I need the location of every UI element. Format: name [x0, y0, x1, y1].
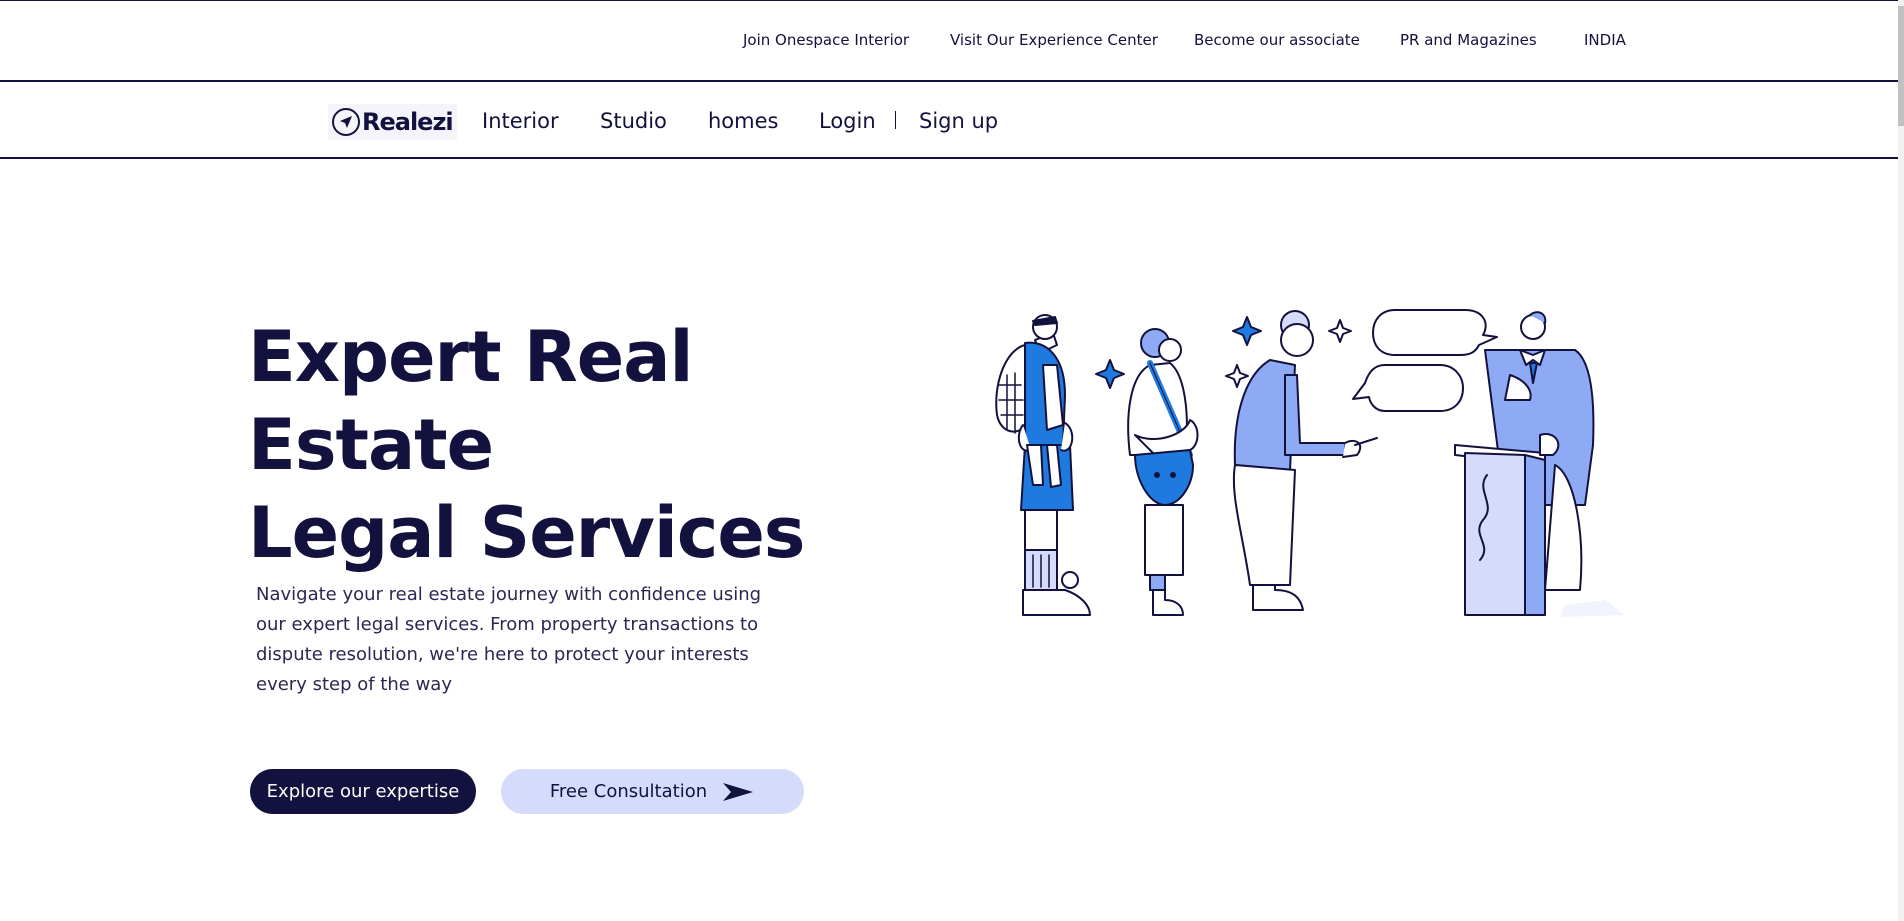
- scrollbar-track[interactable]: [1898, 0, 1904, 921]
- free-consultation-button[interactable]: Free Consultation: [501, 769, 804, 814]
- utility-link-country-india[interactable]: INDIA: [1584, 31, 1626, 49]
- person-pointing: [1232, 310, 1378, 611]
- sparkle-icon: [1232, 316, 1262, 346]
- nav-divider: [895, 111, 896, 129]
- main-nav: Realezi Interior Studio homes Login Sign…: [0, 82, 1898, 159]
- legal-consultation-illustration: [995, 309, 1625, 617]
- utility-link-join-onespace[interactable]: Join Onespace Interior: [743, 31, 909, 49]
- speech-bubble: [1372, 309, 1498, 356]
- navigation-arrow-icon: [332, 108, 360, 136]
- free-consultation-label: Free Consultation: [549, 781, 708, 802]
- scrollbar-thumb[interactable]: [1898, 6, 1904, 126]
- nav-link-login[interactable]: Login: [819, 109, 876, 133]
- nav-link-homes[interactable]: homes: [708, 109, 778, 133]
- hero-description: Navigate your real estate journey with c…: [256, 584, 762, 695]
- brand-logo-text: Realezi: [362, 108, 454, 136]
- sparkle-icon: [1225, 364, 1249, 388]
- utility-bar: Join Onespace Interior Visit Our Experie…: [0, 0, 1898, 82]
- brand-logo[interactable]: Realezi: [328, 104, 457, 140]
- nav-link-sign-up[interactable]: Sign up: [919, 109, 998, 133]
- paper-plane-icon: [723, 782, 754, 801]
- utility-link-experience-center[interactable]: Visit Our Experience Center: [950, 31, 1158, 49]
- hero-title: Expert Real Estate Legal Services: [248, 313, 948, 577]
- hero-title-line-2: Legal Services: [248, 492, 805, 574]
- nav-link-studio[interactable]: Studio: [600, 109, 667, 133]
- speech-bubble: [1352, 364, 1464, 412]
- hero-title-line-1: Expert Real Estate: [248, 316, 694, 486]
- person-with-bag: [1127, 328, 1199, 616]
- utility-link-become-associate[interactable]: Become our associate: [1194, 31, 1360, 49]
- page: Join Onespace Interior Visit Our Experie…: [0, 0, 1904, 921]
- utility-link-pr-magazines[interactable]: PR and Magazines: [1400, 31, 1537, 49]
- person-with-backpack: [995, 314, 1091, 616]
- person-at-podium: [1454, 311, 1595, 616]
- explore-expertise-button[interactable]: Explore our expertise: [250, 769, 476, 814]
- sparkle-icon: [1095, 359, 1125, 389]
- sparkle-icon: [1328, 319, 1352, 343]
- nav-link-interior[interactable]: Interior: [482, 109, 559, 133]
